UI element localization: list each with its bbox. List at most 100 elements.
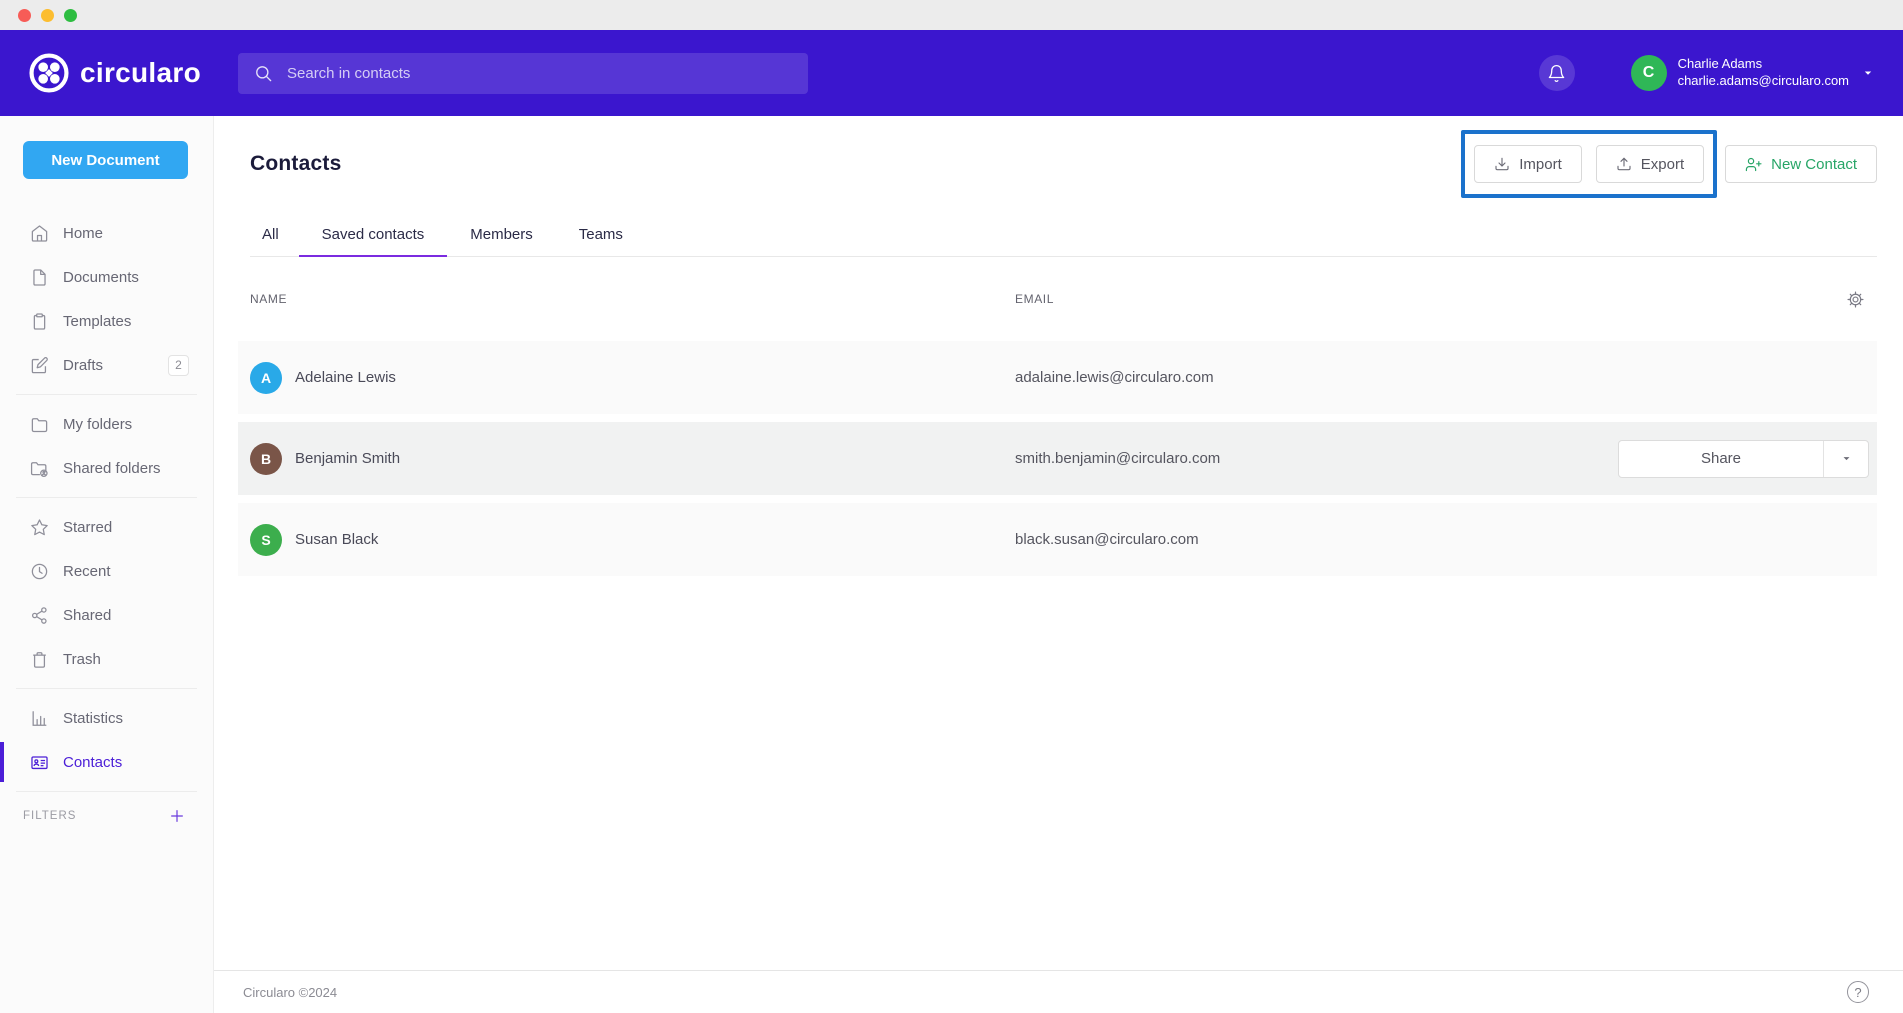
sidebar-item-label: Trash: [63, 651, 101, 668]
clock-icon: [30, 562, 49, 581]
contacts-table: A Adelaine Lewis adalaine.lewis@circular…: [238, 341, 1877, 584]
sidebar-item-home[interactable]: Home: [0, 211, 213, 255]
sidebar-item-label: Starred: [63, 519, 112, 536]
sidebar-item-contacts[interactable]: Contacts: [0, 740, 213, 784]
sidebar-item-documents[interactable]: Documents: [0, 255, 213, 299]
import-icon: [1494, 156, 1510, 172]
circularo-logo-icon: [29, 53, 69, 93]
share-dropdown-button[interactable]: [1823, 441, 1868, 477]
sidebar-item-label: Shared: [63, 607, 111, 624]
drafts-count-badge: 2: [168, 355, 189, 376]
notifications-button[interactable]: [1539, 55, 1575, 91]
add-filter-button[interactable]: [169, 808, 185, 824]
help-button[interactable]: ?: [1847, 981, 1869, 1003]
sidebar-item-templates[interactable]: Templates: [0, 299, 213, 343]
column-header-email: EMAIL: [1015, 292, 1618, 306]
user-name: Charlie Adams: [1678, 56, 1849, 73]
shared-folder-icon: [30, 459, 49, 478]
contact-name: Susan Black: [295, 531, 378, 548]
share-button[interactable]: Share: [1619, 441, 1823, 477]
sidebar-divider: [16, 688, 197, 689]
sidebar-item-recent[interactable]: Recent: [0, 549, 213, 593]
window-close-button[interactable]: [18, 9, 31, 22]
sidebar-divider: [16, 791, 197, 792]
user-meta: Charlie Adams charlie.adams@circularo.co…: [1678, 56, 1849, 90]
sidebar-item-label: Statistics: [63, 710, 123, 727]
tab-teams[interactable]: Teams: [556, 212, 646, 257]
sidebar-item-label: My folders: [63, 416, 132, 433]
sidebar-item-label: Drafts: [63, 357, 103, 374]
copyright-text: Circularo ©2024: [243, 985, 337, 1000]
export-icon: [1616, 156, 1632, 172]
search-input[interactable]: [287, 65, 794, 82]
sidebar-divider: [16, 497, 197, 498]
import-export-highlight-box: Import Export: [1461, 130, 1717, 198]
search-icon: [254, 64, 273, 83]
sidebar-nav: Home Documents Templates: [0, 211, 213, 824]
page-title: Contacts: [250, 152, 341, 176]
statistics-icon: [30, 709, 49, 728]
contact-avatar: A: [250, 362, 282, 394]
contact-avatar: B: [250, 443, 282, 475]
sidebar-item-label: Recent: [63, 563, 111, 580]
table-row[interactable]: S Susan Black black.susan@circularo.com: [238, 503, 1877, 576]
contacts-icon: [30, 753, 49, 772]
sidebar-item-trash[interactable]: Trash: [0, 637, 213, 681]
header-right-controls: C Charlie Adams charlie.adams@circularo.…: [1539, 55, 1903, 91]
sidebar-item-shared[interactable]: Shared: [0, 593, 213, 637]
tab-saved-contacts[interactable]: Saved contacts: [299, 212, 448, 257]
contact-avatar: S: [250, 524, 282, 556]
sidebar-item-shared-folders[interactable]: Shared folders: [0, 446, 213, 490]
star-icon: [30, 518, 49, 537]
sidebar-item-statistics[interactable]: Statistics: [0, 696, 213, 740]
sidebar-item-label: Home: [63, 225, 103, 242]
draft-icon: [30, 356, 49, 375]
document-icon: [30, 268, 49, 287]
table-header: NAME EMAIL: [238, 257, 1877, 341]
sidebar-item-drafts[interactable]: Drafts 2: [0, 343, 213, 387]
home-icon: [30, 224, 49, 243]
import-button[interactable]: Import: [1474, 145, 1582, 183]
page-actions: Import Export New Contact: [1461, 130, 1877, 198]
export-label: Export: [1641, 156, 1684, 173]
person-plus-icon: [1745, 156, 1762, 173]
sidebar-divider: [16, 394, 197, 395]
sidebar-item-my-folders[interactable]: My folders: [0, 402, 213, 446]
window-titlebar: [0, 0, 1903, 30]
sidebar: New Document Home Documents: [0, 116, 214, 1013]
column-header-name: NAME: [250, 292, 1015, 306]
sidebar-item-label: Contacts: [63, 754, 122, 771]
import-label: Import: [1519, 156, 1562, 173]
main-content: Contacts Import Exp: [214, 116, 1903, 1013]
caret-down-icon: [1840, 452, 1853, 465]
contact-email: adalaine.lewis@circularo.com: [1015, 369, 1618, 386]
bell-icon: [1547, 64, 1566, 83]
logo-wordmark: circularo: [80, 57, 201, 89]
table-row[interactable]: B Benjamin Smith smith.benjamin@circular…: [238, 422, 1877, 495]
circularo-logo[interactable]: circularo: [29, 53, 209, 93]
filters-label: FILTERS: [23, 810, 76, 822]
user-menu[interactable]: C Charlie Adams charlie.adams@circularo.…: [1631, 55, 1875, 91]
share-icon: [30, 606, 49, 625]
search-bar: [238, 53, 808, 94]
tab-members[interactable]: Members: [447, 212, 556, 257]
sidebar-item-label: Shared folders: [63, 460, 161, 477]
contacts-tabs: All Saved contacts Members Teams: [250, 212, 1877, 257]
sidebar-item-starred[interactable]: Starred: [0, 505, 213, 549]
window-zoom-button[interactable]: [64, 9, 77, 22]
window-minimize-button[interactable]: [41, 9, 54, 22]
template-icon: [30, 312, 49, 331]
table-row[interactable]: A Adelaine Lewis adalaine.lewis@circular…: [238, 341, 1877, 414]
app-header: circularo C Ch: [0, 30, 1903, 116]
contact-email: smith.benjamin@circularo.com: [1015, 450, 1618, 467]
new-document-button[interactable]: New Document: [23, 141, 188, 179]
tab-all[interactable]: All: [250, 212, 299, 257]
chevron-down-icon: [1861, 66, 1875, 80]
new-contact-button[interactable]: New Contact: [1725, 145, 1877, 183]
contact-email: black.susan@circularo.com: [1015, 531, 1618, 548]
app-window: circularo C Ch: [0, 0, 1903, 1013]
contact-name: Adelaine Lewis: [295, 369, 396, 386]
table-settings-button[interactable]: [1846, 290, 1865, 309]
user-avatar: C: [1631, 55, 1667, 91]
export-button[interactable]: Export: [1596, 145, 1704, 183]
